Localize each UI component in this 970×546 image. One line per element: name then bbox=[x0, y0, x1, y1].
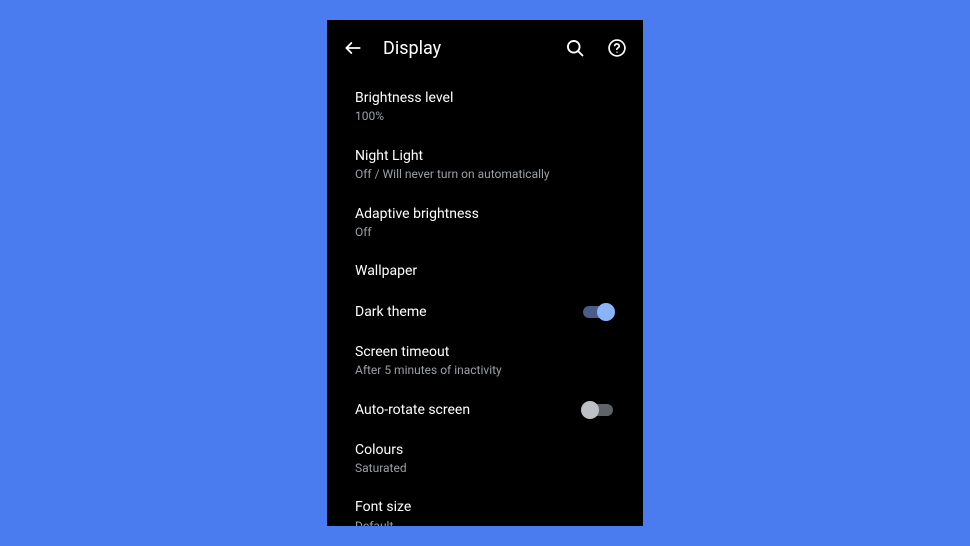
setting-dark-theme[interactable]: Dark theme bbox=[327, 292, 643, 332]
setting-subtitle: Off bbox=[355, 225, 615, 241]
toggle-thumb bbox=[581, 401, 599, 419]
setting-brightness-level[interactable]: Brightness level 100% bbox=[327, 78, 643, 136]
display-settings-screen: Display Brightness level 100% bbox=[327, 20, 643, 526]
setting-title: Auto-rotate screen bbox=[355, 401, 581, 419]
setting-title: Screen timeout bbox=[355, 343, 615, 361]
search-icon bbox=[565, 38, 585, 58]
setting-title: Brightness level bbox=[355, 89, 615, 107]
setting-wallpaper[interactable]: Wallpaper bbox=[327, 251, 643, 291]
setting-subtitle: After 5 minutes of inactivity bbox=[355, 363, 615, 379]
setting-text: Screen timeout After 5 minutes of inacti… bbox=[355, 343, 615, 379]
setting-text: Font size Default bbox=[355, 498, 615, 526]
setting-text: Dark theme bbox=[355, 303, 581, 321]
setting-title: Adaptive brightness bbox=[355, 205, 615, 223]
setting-subtitle: Default bbox=[355, 519, 615, 526]
setting-title: Colours bbox=[355, 441, 615, 459]
setting-text: Wallpaper bbox=[355, 262, 615, 280]
setting-colours[interactable]: Colours Saturated bbox=[327, 430, 643, 488]
setting-text: Adaptive brightness Off bbox=[355, 205, 615, 241]
setting-title: Night Light bbox=[355, 147, 615, 165]
auto-rotate-toggle[interactable] bbox=[581, 401, 615, 419]
setting-title: Dark theme bbox=[355, 303, 581, 321]
help-icon bbox=[607, 38, 627, 58]
setting-screen-timeout[interactable]: Screen timeout After 5 minutes of inacti… bbox=[327, 332, 643, 390]
back-arrow-icon bbox=[343, 38, 363, 58]
app-bar: Display bbox=[327, 20, 643, 70]
setting-text: Colours Saturated bbox=[355, 441, 615, 477]
page-title: Display bbox=[383, 38, 545, 59]
back-button[interactable] bbox=[341, 36, 365, 60]
help-button[interactable] bbox=[605, 36, 629, 60]
setting-title: Font size bbox=[355, 498, 615, 516]
app-bar-actions bbox=[563, 36, 629, 60]
dark-theme-toggle[interactable] bbox=[581, 303, 615, 321]
setting-auto-rotate[interactable]: Auto-rotate screen bbox=[327, 390, 643, 430]
setting-adaptive-brightness[interactable]: Adaptive brightness Off bbox=[327, 194, 643, 252]
setting-night-light[interactable]: Night Light Off / Will never turn on aut… bbox=[327, 136, 643, 194]
setting-text: Brightness level 100% bbox=[355, 89, 615, 125]
setting-title: Wallpaper bbox=[355, 262, 615, 280]
setting-subtitle: Off / Will never turn on automatically bbox=[355, 167, 615, 183]
toggle-thumb bbox=[597, 303, 615, 321]
setting-subtitle: Saturated bbox=[355, 461, 615, 477]
setting-text: Night Light Off / Will never turn on aut… bbox=[355, 147, 615, 183]
setting-subtitle: 100% bbox=[355, 109, 615, 125]
setting-font-size[interactable]: Font size Default bbox=[327, 487, 643, 526]
settings-list: Brightness level 100% Night Light Off / … bbox=[327, 70, 643, 526]
setting-text: Auto-rotate screen bbox=[355, 401, 581, 419]
search-button[interactable] bbox=[563, 36, 587, 60]
